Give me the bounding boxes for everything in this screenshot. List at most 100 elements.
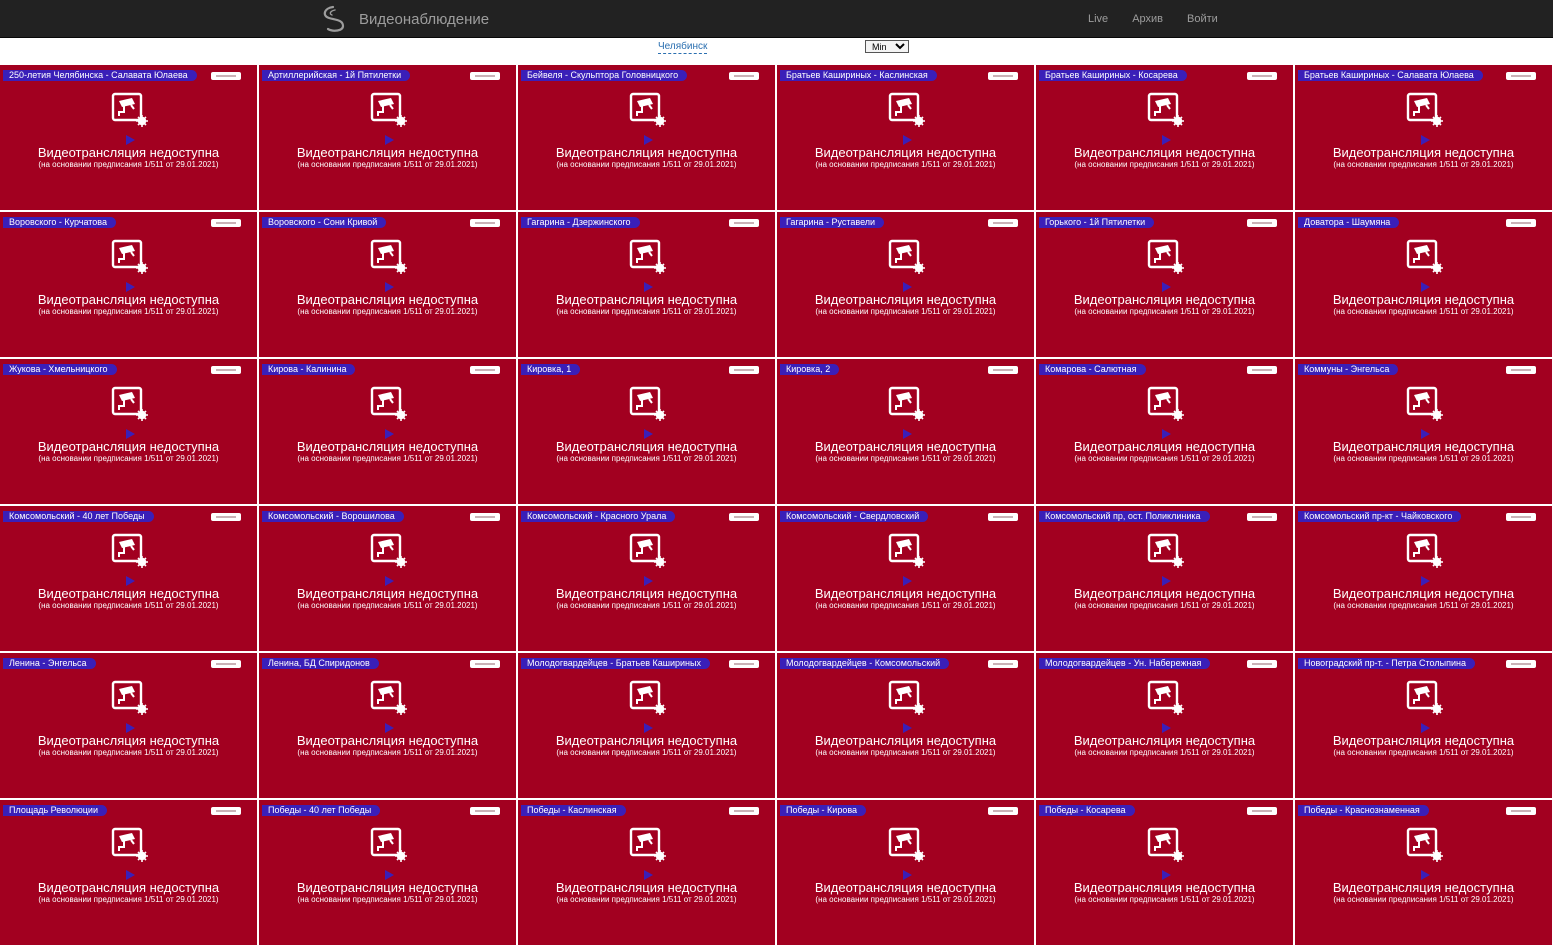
play-icon xyxy=(1162,282,1171,292)
stream-unavailable-title: Видеотрансляция недоступна xyxy=(37,145,220,160)
camera-badge xyxy=(1506,807,1536,815)
camera-tile[interactable]: Комсомольский пр, ост. Поликлиника Видео… xyxy=(1036,506,1293,651)
camera-tile[interactable]: Молодогвардейцев - Братьев Кашириных Вид… xyxy=(518,653,775,798)
play-icon xyxy=(1421,282,1430,292)
play-icon xyxy=(385,282,394,292)
camera-tile[interactable]: Ленина - Энгельса Видеотрансляция недост… xyxy=(0,653,257,798)
nav-archive-link[interactable]: Архив xyxy=(1132,13,1163,25)
camera-tile[interactable]: Коммуны - Энгельса Видеотрансляция недос… xyxy=(1295,359,1552,504)
camera-settings-icon xyxy=(111,533,148,568)
stream-unavailable-subtitle: (на основании предписания 1/511 от 29.01… xyxy=(556,454,737,463)
camera-tile[interactable]: Молодогвардейцев - Комсомольский Видеотр… xyxy=(777,653,1034,798)
camera-name-label: Ленина - Энгельса xyxy=(3,658,96,669)
nav-login-link[interactable]: Войти xyxy=(1187,13,1218,25)
stream-unavailable-title: Видеотрансляция недоступна xyxy=(296,880,479,895)
camera-tile[interactable]: Площадь Революции Видеотрансляция недост… xyxy=(0,800,257,945)
camera-tile[interactable]: Кировка, 2 Видеотрансляция недоступна (н… xyxy=(777,359,1034,504)
stream-unavailable-title: Видеотрансляция недоступна xyxy=(1073,292,1256,307)
camera-tile[interactable]: Братьев Кашириных - Салавата Юлаева Виде… xyxy=(1295,65,1552,210)
stream-unavailable-subtitle: (на основании предписания 1/511 от 29.01… xyxy=(297,454,478,463)
stream-unavailable-title: Видеотрансляция недоступна xyxy=(37,292,220,307)
play-icon xyxy=(1162,870,1171,880)
stream-unavailable-title: Видеотрансляция недоступна xyxy=(37,586,220,601)
stream-unavailable-title: Видеотрансляция недоступна xyxy=(1332,439,1515,454)
camera-tile[interactable]: Комсомольский - Ворошилова Видеотрансляц… xyxy=(259,506,516,651)
stream-unavailable-subtitle: (на основании предписания 1/511 от 29.01… xyxy=(38,307,219,316)
stream-unavailable-subtitle: (на основании предписания 1/511 от 29.01… xyxy=(815,748,996,757)
camera-tile[interactable]: Доватора - Шаумяна Видеотрансляция недос… xyxy=(1295,212,1552,357)
camera-tile[interactable]: Комсомольский - Красного Урала Видеотран… xyxy=(518,506,775,651)
camera-tile[interactable]: Победы - Каслинская Видеотрансляция недо… xyxy=(518,800,775,945)
camera-settings-icon xyxy=(1406,680,1443,715)
camera-tile[interactable]: Новоградский пр-т. - Петра Столыпина Вид… xyxy=(1295,653,1552,798)
camera-tile[interactable]: Бейвеля - Скульптора Головницкого Видеот… xyxy=(518,65,775,210)
camera-tile[interactable]: Комсомольский - 40 лет Победы Видеотранс… xyxy=(0,506,257,651)
camera-settings-icon xyxy=(629,533,666,568)
stream-unavailable-subtitle: (на основании предписания 1/511 от 29.01… xyxy=(297,601,478,610)
camera-name-label: 250-летия Челябинска - Салавата Юлаева xyxy=(3,70,197,81)
camera-tile[interactable]: Комарова - Салютная Видеотрансляция недо… xyxy=(1036,359,1293,504)
city-selector-link[interactable]: Челябинск xyxy=(658,41,708,54)
camera-settings-icon xyxy=(1406,239,1443,274)
brand[interactable]: Видеонаблюдение xyxy=(318,4,489,34)
camera-name-label: Коммуны - Энгельса xyxy=(1298,364,1399,375)
camera-badge xyxy=(470,807,500,815)
camera-tile[interactable]: 250-летия Челябинска - Салавата Юлаева В… xyxy=(0,65,257,210)
camera-badge xyxy=(988,72,1018,80)
play-icon xyxy=(903,429,912,439)
camera-name-label: Новоградский пр-т. - Петра Столыпина xyxy=(1298,658,1475,669)
camera-name-label: Кировка, 1 xyxy=(521,364,581,375)
camera-tile[interactable]: Молодогвардейцев - Ун. Набережная Видеот… xyxy=(1036,653,1293,798)
stream-unavailable-title: Видеотрансляция недоступна xyxy=(1073,439,1256,454)
camera-tile[interactable]: Комсомольский - Свердловский Видеотрансл… xyxy=(777,506,1034,651)
camera-badge xyxy=(988,366,1018,374)
camera-name-label: Комарова - Салютная xyxy=(1039,364,1146,375)
stream-unavailable-subtitle: (на основании предписания 1/511 от 29.01… xyxy=(297,307,478,316)
camera-grid: 250-летия Челябинска - Салавата Юлаева В… xyxy=(0,65,1553,945)
top-navbar: Видеонаблюдение Live Архив Войти xyxy=(0,0,1553,38)
play-icon xyxy=(903,282,912,292)
stream-unavailable-title: Видеотрансляция недоступна xyxy=(37,733,220,748)
camera-tile[interactable]: Артиллерийская - 1й Пятилетки Видеотранс… xyxy=(259,65,516,210)
camera-tile[interactable]: Гагарина - Дзержинского Видеотрансляция … xyxy=(518,212,775,357)
camera-tile[interactable]: Братьев Кашириных - Косарева Видеотрансл… xyxy=(1036,65,1293,210)
nav-live-link[interactable]: Live xyxy=(1088,13,1108,25)
stream-unavailable-subtitle: (на основании предписания 1/511 от 29.01… xyxy=(556,601,737,610)
camera-name-label: Братьев Кашириных - Косарева xyxy=(1039,70,1187,81)
camera-name-label: Комсомольский пр, ост. Поликлиника xyxy=(1039,511,1210,522)
stream-unavailable-subtitle: (на основании предписания 1/511 от 29.01… xyxy=(297,748,478,757)
camera-badge xyxy=(1247,660,1277,668)
camera-tile[interactable]: Горького - 1й Пятилетки Видеотрансляция … xyxy=(1036,212,1293,357)
camera-tile[interactable]: Победы - 40 лет Победы Видеотрансляция н… xyxy=(259,800,516,945)
camera-settings-icon xyxy=(629,386,666,421)
camera-tile[interactable]: Комсомольский пр-кт - Чайковского Видеот… xyxy=(1295,506,1552,651)
camera-settings-icon xyxy=(370,827,407,862)
camera-tile[interactable]: Воровского - Сони Кривой Видеотрансляция… xyxy=(259,212,516,357)
stream-unavailable-subtitle: (на основании предписания 1/511 от 29.01… xyxy=(1333,307,1514,316)
camera-badge xyxy=(988,219,1018,227)
camera-name-label: Кировка, 2 xyxy=(780,364,840,375)
camera-tile[interactable]: Победы - Краснознаменная Видеотрансляция… xyxy=(1295,800,1552,945)
stream-unavailable-subtitle: (на основании предписания 1/511 от 29.01… xyxy=(1074,454,1255,463)
camera-badge xyxy=(1247,513,1277,521)
camera-name-label: Площадь Революции xyxy=(3,805,107,816)
camera-tile[interactable]: Ленина, БД Спиридонов Видеотрансляция не… xyxy=(259,653,516,798)
stream-unavailable-title: Видеотрансляция недоступна xyxy=(555,439,738,454)
camera-tile[interactable]: Победы - Косарева Видеотрансляция недост… xyxy=(1036,800,1293,945)
tile-size-select[interactable]: Min xyxy=(865,40,909,53)
camera-badge xyxy=(729,72,759,80)
camera-tile[interactable]: Гагарина - Руставели Видеотрансляция нед… xyxy=(777,212,1034,357)
camera-tile[interactable]: Жукова - Хмельницкого Видеотрансляция не… xyxy=(0,359,257,504)
stream-unavailable-title: Видеотрансляция недоступна xyxy=(296,733,479,748)
camera-tile[interactable]: Кирова - Калинина Видеотрансляция недост… xyxy=(259,359,516,504)
camera-settings-icon xyxy=(111,827,148,862)
stream-unavailable-title: Видеотрансляция недоступна xyxy=(555,145,738,160)
camera-badge xyxy=(1247,72,1277,80)
camera-tile[interactable]: Победы - Кирова Видеотрансляция недоступ… xyxy=(777,800,1034,945)
camera-settings-icon xyxy=(629,92,666,127)
camera-settings-icon xyxy=(370,533,407,568)
camera-tile[interactable]: Воровского - Курчатова Видеотрансляция н… xyxy=(0,212,257,357)
camera-settings-icon xyxy=(1406,386,1443,421)
camera-tile[interactable]: Кировка, 1 Видеотрансляция недоступна (н… xyxy=(518,359,775,504)
camera-tile[interactable]: Братьев Кашириных - Каслинская Видеотран… xyxy=(777,65,1034,210)
